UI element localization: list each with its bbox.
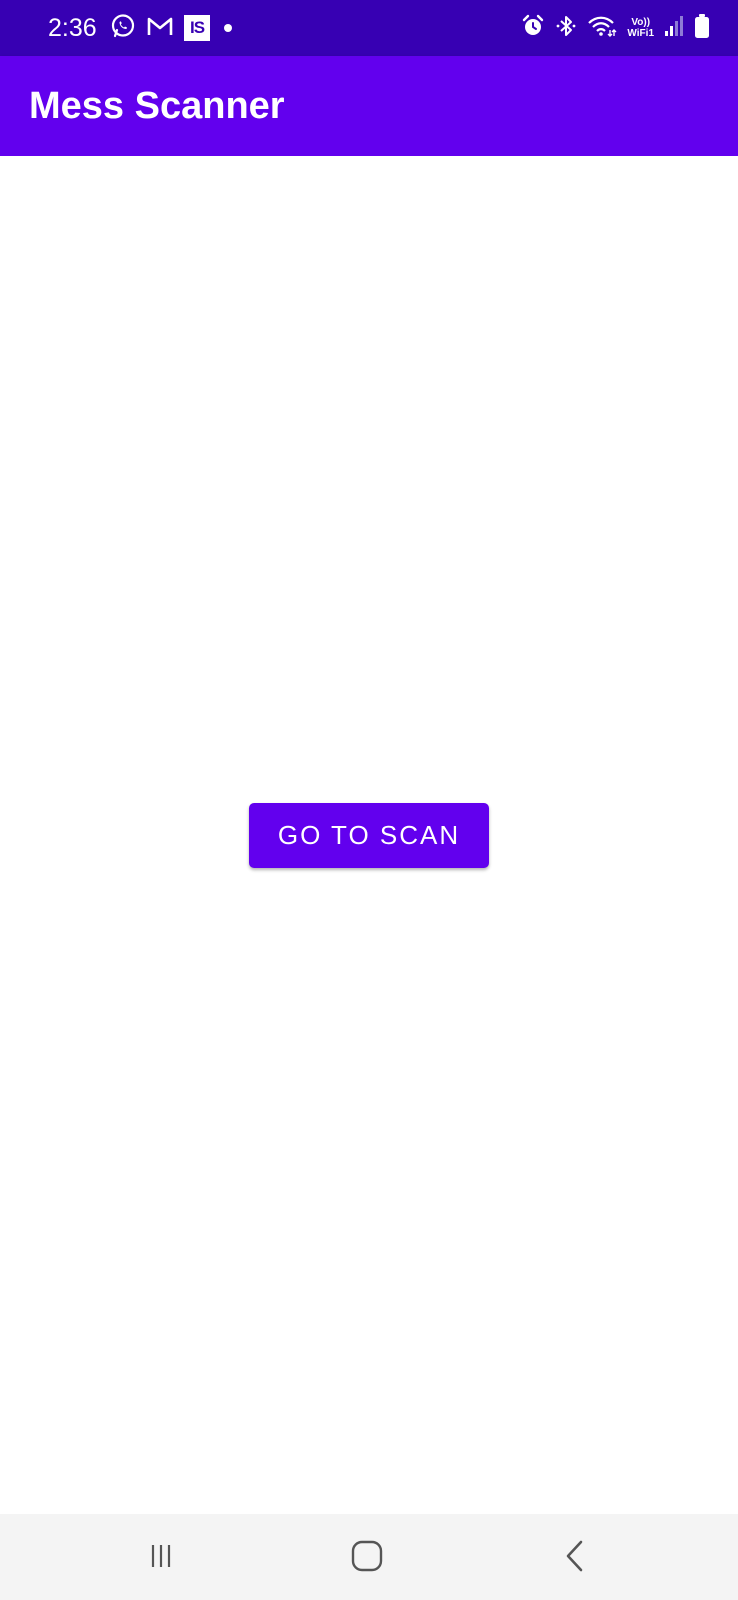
notification-icons: IS (110, 13, 232, 44)
go-to-scan-button[interactable]: GO TO SCAN (249, 803, 489, 868)
app-title: Mess Scanner (29, 85, 285, 127)
is-app-icon: IS (184, 15, 210, 41)
whatsapp-icon (110, 13, 136, 44)
alarm-icon (521, 14, 545, 43)
notification-dot-icon (224, 24, 232, 32)
back-button[interactable] (545, 1528, 605, 1588)
system-status-icons: Vo)) WiFi1 (521, 12, 710, 44)
recent-apps-icon (146, 1541, 176, 1576)
back-icon (560, 1539, 590, 1578)
status-bar: 2:36 IS Vo)) WiFi1 (0, 0, 738, 56)
bluetooth-icon (555, 14, 577, 43)
main-content: GO TO SCAN (0, 156, 738, 1514)
gmail-icon (146, 14, 174, 43)
home-icon (350, 1539, 384, 1578)
recent-apps-button[interactable] (131, 1528, 191, 1588)
volte-label: Vo)) (631, 17, 651, 28)
wifi-calling-label: WiFi1 (627, 28, 654, 39)
battery-icon (694, 13, 710, 44)
volte-indicator: Vo)) WiFi1 (627, 17, 654, 39)
navigation-bar (0, 1514, 738, 1600)
status-time: 2:36 (48, 14, 97, 42)
signal-icon (664, 14, 684, 43)
wifi-icon (587, 14, 617, 43)
app-bar: Mess Scanner (0, 56, 738, 156)
home-button[interactable] (337, 1528, 397, 1588)
